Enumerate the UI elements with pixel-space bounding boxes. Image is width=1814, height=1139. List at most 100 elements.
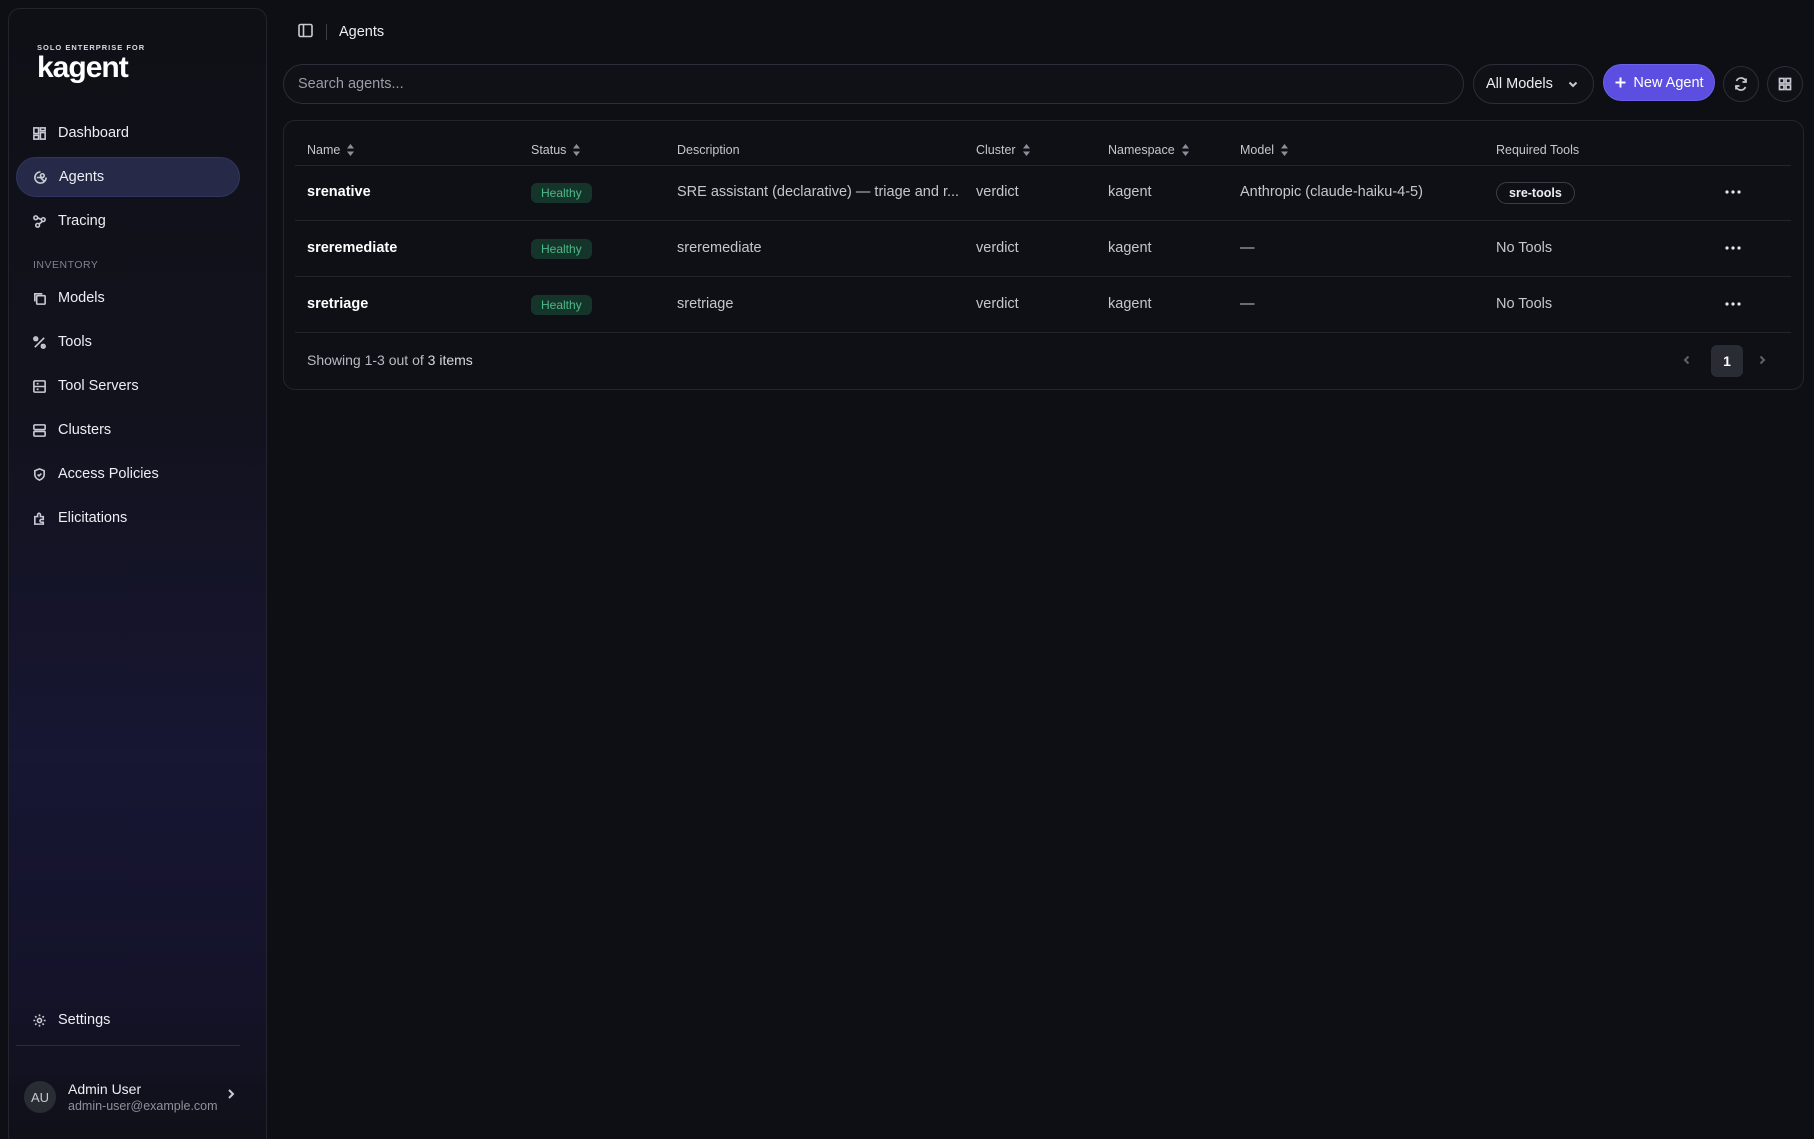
column-header-namespace[interactable]: Namespace	[1108, 141, 1190, 159]
avatar: AU	[24, 1081, 56, 1113]
refresh-button[interactable]	[1723, 66, 1759, 102]
sidebar-item-label: Agents	[59, 169, 105, 185]
column-header-label: Namespace	[1108, 143, 1175, 157]
chevron-right-icon	[224, 1087, 238, 1101]
sidebar-item-models[interactable]: Models	[16, 278, 240, 318]
status-badge: Healthy	[531, 295, 592, 315]
sidebar-item-tool-servers[interactable]: Tool Servers	[16, 366, 240, 406]
row-actions-button[interactable]	[1723, 294, 1743, 314]
column-header-required-tools: Required Tools	[1496, 141, 1579, 159]
puzzle-icon	[31, 510, 47, 526]
agent-namespace: kagent	[1108, 184, 1152, 200]
tools-icon	[31, 334, 47, 350]
sidebar-item-elicitations[interactable]: Elicitations	[16, 498, 240, 538]
breadcrumb-separator	[326, 24, 327, 40]
chevron-right-icon	[1759, 355, 1766, 365]
sidebar-item-dashboard[interactable]: Dashboard	[16, 113, 240, 153]
sidebar-item-agents[interactable]: Agents	[16, 157, 240, 197]
sidebar-item-label: Elicitations	[58, 510, 128, 526]
sidebar-item-access-policies[interactable]: Access Policies	[16, 454, 240, 494]
search-input[interactable]	[283, 64, 1464, 104]
column-header-status[interactable]: Status	[531, 141, 581, 159]
status-badge: Healthy	[531, 239, 592, 259]
user-email: admin-user@example.com	[68, 1099, 218, 1113]
sidebar-item-label: Models	[58, 290, 105, 306]
breadcrumb[interactable]: Agents	[339, 24, 384, 40]
pagination-summary: Showing 1-3 out of 3 items	[307, 352, 473, 368]
pagination-suffix: items	[435, 352, 473, 368]
status-badge: Healthy	[531, 183, 592, 203]
agent-namespace: kagent	[1108, 296, 1152, 312]
column-header-name[interactable]: Name	[307, 141, 355, 159]
sidebar-item-settings[interactable]: Settings	[16, 1000, 240, 1040]
row-actions-button[interactable]	[1723, 238, 1743, 258]
agent-tools: No Tools	[1496, 296, 1553, 312]
brand-logo[interactable]: SOLO ENTERPRISE FOR kagent	[37, 43, 145, 83]
agent-model: Anthropic (claude-haiku-4-5)	[1240, 184, 1423, 200]
agent-description: sretriage	[677, 296, 734, 312]
page-number-current[interactable]: 1	[1711, 345, 1743, 377]
inventory-section-label: INVENTORY	[33, 259, 99, 271]
agent-description: SRE assistant (declarative) — triage and…	[677, 184, 960, 200]
table-divider	[295, 220, 1791, 221]
sidebar-item-label: Clusters	[58, 422, 112, 438]
user-name: Admin User	[68, 1081, 142, 1097]
column-header-label: Model	[1240, 143, 1275, 157]
agent-description: sreremediate	[677, 240, 762, 256]
agent-name[interactable]: sreremediate	[307, 240, 397, 256]
tracing-icon	[31, 213, 47, 229]
sort-icon	[1181, 143, 1190, 157]
sort-icon	[346, 143, 355, 157]
agent-name[interactable]: sretriage	[307, 296, 368, 312]
toggle-sidebar-icon[interactable]	[297, 22, 314, 43]
user-menu[interactable]: AU Admin User admin-user@example.com	[24, 1075, 256, 1119]
column-header-cluster[interactable]: Cluster	[976, 141, 1031, 159]
column-header-label: Description	[677, 143, 740, 157]
previous-page-button[interactable]	[1678, 351, 1696, 369]
table-divider	[295, 165, 1791, 166]
new-agent-label: New Agent	[1633, 74, 1704, 91]
sort-icon	[1280, 143, 1289, 157]
sidebar-item-label: Settings	[58, 1012, 111, 1028]
sidebar-item-label: Tools	[58, 334, 92, 350]
agents-table	[283, 120, 1804, 390]
tool-servers-icon	[31, 378, 47, 394]
table-divider	[295, 276, 1791, 277]
chevron-left-icon	[1683, 355, 1690, 365]
column-header-label: Name	[307, 143, 341, 157]
brand-name: kagent	[37, 51, 129, 84]
dashboard-icon	[31, 125, 47, 141]
sidebar-item-clusters[interactable]: Clusters	[16, 410, 240, 450]
tool-chip: sre-tools	[1496, 182, 1575, 204]
agent-model: —	[1240, 296, 1255, 312]
column-header-model[interactable]: Model	[1240, 141, 1289, 159]
column-header-description: Description	[677, 141, 740, 159]
column-header-label: Cluster	[976, 143, 1016, 157]
sidebar-item-tools[interactable]: Tools	[16, 322, 240, 362]
sidebar-item-tracing[interactable]: Tracing	[16, 201, 240, 241]
sidebar-item-label: Tracing	[58, 213, 106, 229]
clusters-icon	[31, 422, 47, 438]
column-header-label: Required Tools	[1496, 143, 1580, 157]
chevron-down-icon	[1568, 81, 1578, 88]
sidebar-item-label: Tool Servers	[58, 378, 139, 394]
new-agent-button[interactable]: New Agent	[1603, 64, 1715, 101]
grid-view-button[interactable]	[1767, 66, 1803, 102]
next-page-button[interactable]	[1753, 351, 1771, 369]
table-divider	[295, 332, 1791, 333]
grid-icon	[1778, 77, 1792, 91]
agent-cluster: verdict	[976, 184, 1019, 200]
agent-tools: No Tools	[1496, 240, 1553, 256]
model-filter-select[interactable]: All Models	[1473, 64, 1594, 104]
models-icon	[31, 290, 47, 306]
sidebar-item-label: Dashboard	[58, 125, 129, 141]
pagination-prefix: Showing 1-3 out of	[307, 352, 428, 368]
more-icon	[1725, 246, 1741, 250]
plus-icon	[1615, 77, 1626, 88]
row-actions-button[interactable]	[1723, 182, 1743, 202]
agent-name[interactable]: srenative	[307, 184, 371, 200]
more-icon	[1725, 190, 1741, 194]
shield-icon	[31, 466, 47, 482]
agents-icon	[32, 169, 48, 185]
model-filter-value: All Models	[1486, 76, 1553, 92]
